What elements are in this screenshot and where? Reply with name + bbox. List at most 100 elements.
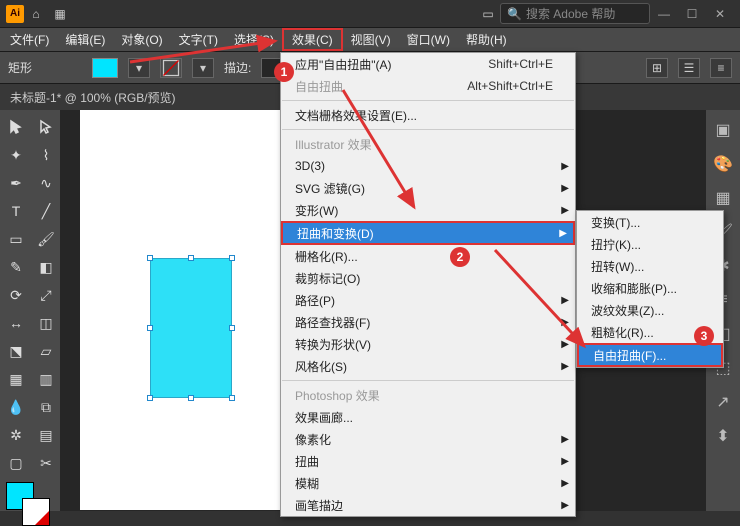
background-swatch[interactable] (22, 498, 50, 526)
direct-selection-tool-icon[interactable] (32, 114, 60, 140)
menu-选择(S)[interactable]: 选择(S) (226, 28, 282, 51)
fill-swatch[interactable] (92, 58, 118, 78)
menu-item[interactable]: 风格化(S)▶ (281, 355, 575, 377)
menu-编辑(E)[interactable]: 编辑(E) (57, 28, 113, 51)
menu-item[interactable]: 转换为形状(V)▶ (281, 333, 575, 355)
perspective-tool-icon[interactable]: ▱ (32, 338, 60, 364)
resize-handle[interactable] (229, 325, 235, 331)
menu-item[interactable]: SVG 滤镜(G)▶ (281, 177, 575, 199)
paintbrush-tool-icon[interactable]: 🖌 (32, 226, 60, 252)
menu-item[interactable]: 文档栅格效果设置(E)... (281, 104, 575, 126)
resize-handle[interactable] (147, 395, 153, 401)
panel-option1-icon[interactable]: ⊞ (646, 58, 668, 78)
annotation-badge-3: 3 (694, 326, 714, 346)
resize-handle[interactable] (188, 395, 194, 401)
color-panel-icon[interactable]: 🎨 (711, 152, 735, 176)
symbol-sprayer-tool-icon[interactable]: ✲ (2, 422, 30, 448)
resize-handle[interactable] (147, 325, 153, 331)
fill-stroke-indicator[interactable] (2, 478, 60, 522)
menu-帮助(H)[interactable]: 帮助(H) (458, 28, 515, 51)
curvature-tool-icon[interactable]: ∿ (32, 170, 60, 196)
panel-option3-icon[interactable]: ≡ (710, 58, 732, 78)
close-button[interactable]: ✕ (706, 7, 734, 21)
resize-handle[interactable] (229, 255, 235, 261)
menu-item[interactable]: 应用"自由扭曲"(A)Shift+Ctrl+E (281, 53, 575, 75)
fill-dropdown-icon[interactable]: ▾ (128, 58, 150, 78)
submenu-item[interactable]: 收缩和膨胀(P)... (577, 277, 723, 299)
menu-bar: 文件(F)编辑(E)对象(O)文字(T)选择(S)效果(C)视图(V)窗口(W)… (0, 28, 740, 52)
menu-item[interactable]: 3D(3)▶ (281, 155, 575, 177)
eyedropper-tool-icon[interactable]: 💧 (2, 394, 30, 420)
menu-item[interactable]: 路径查找器(F)▶ (281, 311, 575, 333)
submenu-item[interactable]: 扭转(W)... (577, 255, 723, 277)
line-tool-icon[interactable]: ╱ (32, 198, 60, 224)
export-panel-icon[interactable]: ↗ (711, 390, 735, 414)
menu-item[interactable]: 栅格化(R)... (281, 245, 575, 267)
type-tool-icon[interactable]: T (2, 198, 30, 224)
pen-tool-icon[interactable]: ✒ (2, 170, 30, 196)
stroke-swatch[interactable] (160, 58, 182, 78)
rectangle-tool-icon[interactable]: ▭ (2, 226, 30, 252)
width-tool-icon[interactable]: ↔ (2, 310, 30, 336)
rotate-tool-icon[interactable]: ⟳ (2, 282, 30, 308)
menu-item[interactable]: 扭曲和变换(D)▶ (281, 221, 575, 245)
annotation-badge-2: 2 (450, 247, 470, 267)
resize-handle[interactable] (188, 255, 194, 261)
annotation-badge-1: 1 (274, 62, 294, 82)
blend-tool-icon[interactable]: ⧉ (32, 394, 60, 420)
submenu-item[interactable]: 波纹效果(Z)... (577, 299, 723, 321)
panel-option2-icon[interactable]: ☰ (678, 58, 700, 78)
menu-item[interactable]: 裁剪标记(O) (281, 267, 575, 289)
maximize-button[interactable]: ☐ (678, 7, 706, 21)
effects-menu: 应用"自由扭曲"(A)Shift+Ctrl+E自由扭曲Alt+Shift+Ctr… (280, 52, 576, 517)
artboard-tool-icon[interactable]: ▢ (2, 450, 30, 476)
shape-type-label: 矩形 (8, 59, 32, 76)
stroke-dropdown-icon[interactable]: ▾ (192, 58, 214, 78)
workspace-grid-icon[interactable]: ▦ (48, 7, 72, 21)
slice-tool-icon[interactable]: ✂ (32, 450, 60, 476)
gradient-tool-icon[interactable]: ▥ (32, 366, 60, 392)
submenu-item[interactable]: 变换(T)... (577, 211, 723, 233)
menu-item[interactable]: 像素化▶ (281, 428, 575, 450)
layout-icon[interactable]: ▭ (476, 7, 500, 21)
search-placeholder: 搜索 Adobe 帮助 (526, 5, 615, 22)
magic-wand-tool-icon[interactable]: ✦ (2, 142, 30, 168)
menu-窗口(W)[interactable]: 窗口(W) (399, 28, 458, 51)
mesh-tool-icon[interactable]: ▦ (2, 366, 30, 392)
eraser-tool-icon[interactable]: ◧ (32, 254, 60, 280)
menu-item[interactable]: 效果画廊... (281, 406, 575, 428)
properties-panel-icon[interactable]: ▣ (711, 118, 735, 142)
title-bar: Ai ⌂ ▦ ▭ 🔍 搜索 Adobe 帮助 — ☐ ✕ (0, 0, 740, 28)
submenu-item[interactable]: 扭拧(K)... (577, 233, 723, 255)
scale-tool-icon[interactable]: ⤢ (32, 282, 60, 308)
resize-handle[interactable] (229, 395, 235, 401)
search-box[interactable]: 🔍 搜索 Adobe 帮助 (500, 3, 650, 24)
submenu-item[interactable]: 自由扭曲(F)... (577, 343, 723, 367)
free-transform-tool-icon[interactable]: ◫ (32, 310, 60, 336)
selection-tool-icon[interactable] (2, 114, 30, 140)
minimize-button[interactable]: — (650, 7, 678, 21)
lasso-tool-icon[interactable]: ⌇ (32, 142, 60, 168)
menu-item[interactable]: 画笔描边▶ (281, 494, 575, 516)
menu-文字(T)[interactable]: 文字(T) (171, 28, 226, 51)
graph-tool-icon[interactable]: ▤ (32, 422, 60, 448)
menu-item: Photoshop 效果 (281, 384, 575, 406)
menu-item[interactable]: 自由扭曲Alt+Shift+Ctrl+E (281, 75, 575, 97)
selected-rectangle[interactable] (150, 258, 232, 398)
menu-文件(F)[interactable]: 文件(F) (2, 28, 57, 51)
toolbox: ✦ ⌇ ✒ ∿ T ╱ ▭ 🖌 ✎ ◧ ⟳ ⤢ ↔ ◫ ⬔ ▱ ▦ ▥ 💧 ⧉ … (0, 110, 60, 511)
home-icon[interactable]: ⌂ (24, 7, 48, 21)
shaper-tool-icon[interactable]: ✎ (2, 254, 30, 280)
menu-视图(V)[interactable]: 视图(V) (343, 28, 399, 51)
menu-对象(O)[interactable]: 对象(O) (113, 28, 170, 51)
menu-效果(C)[interactable]: 效果(C) (282, 28, 343, 51)
menu-item[interactable]: 路径(P)▶ (281, 289, 575, 311)
info-panel-icon[interactable]: ⬍ (711, 424, 735, 448)
app-logo: Ai (6, 5, 24, 23)
shape-builder-tool-icon[interactable]: ⬔ (2, 338, 30, 364)
menu-item[interactable]: 变形(W)▶ (281, 199, 575, 221)
resize-handle[interactable] (147, 255, 153, 261)
menu-item[interactable]: 扭曲▶ (281, 450, 575, 472)
swatches-panel-icon[interactable]: ▦ (711, 186, 735, 210)
menu-item[interactable]: 模糊▶ (281, 472, 575, 494)
